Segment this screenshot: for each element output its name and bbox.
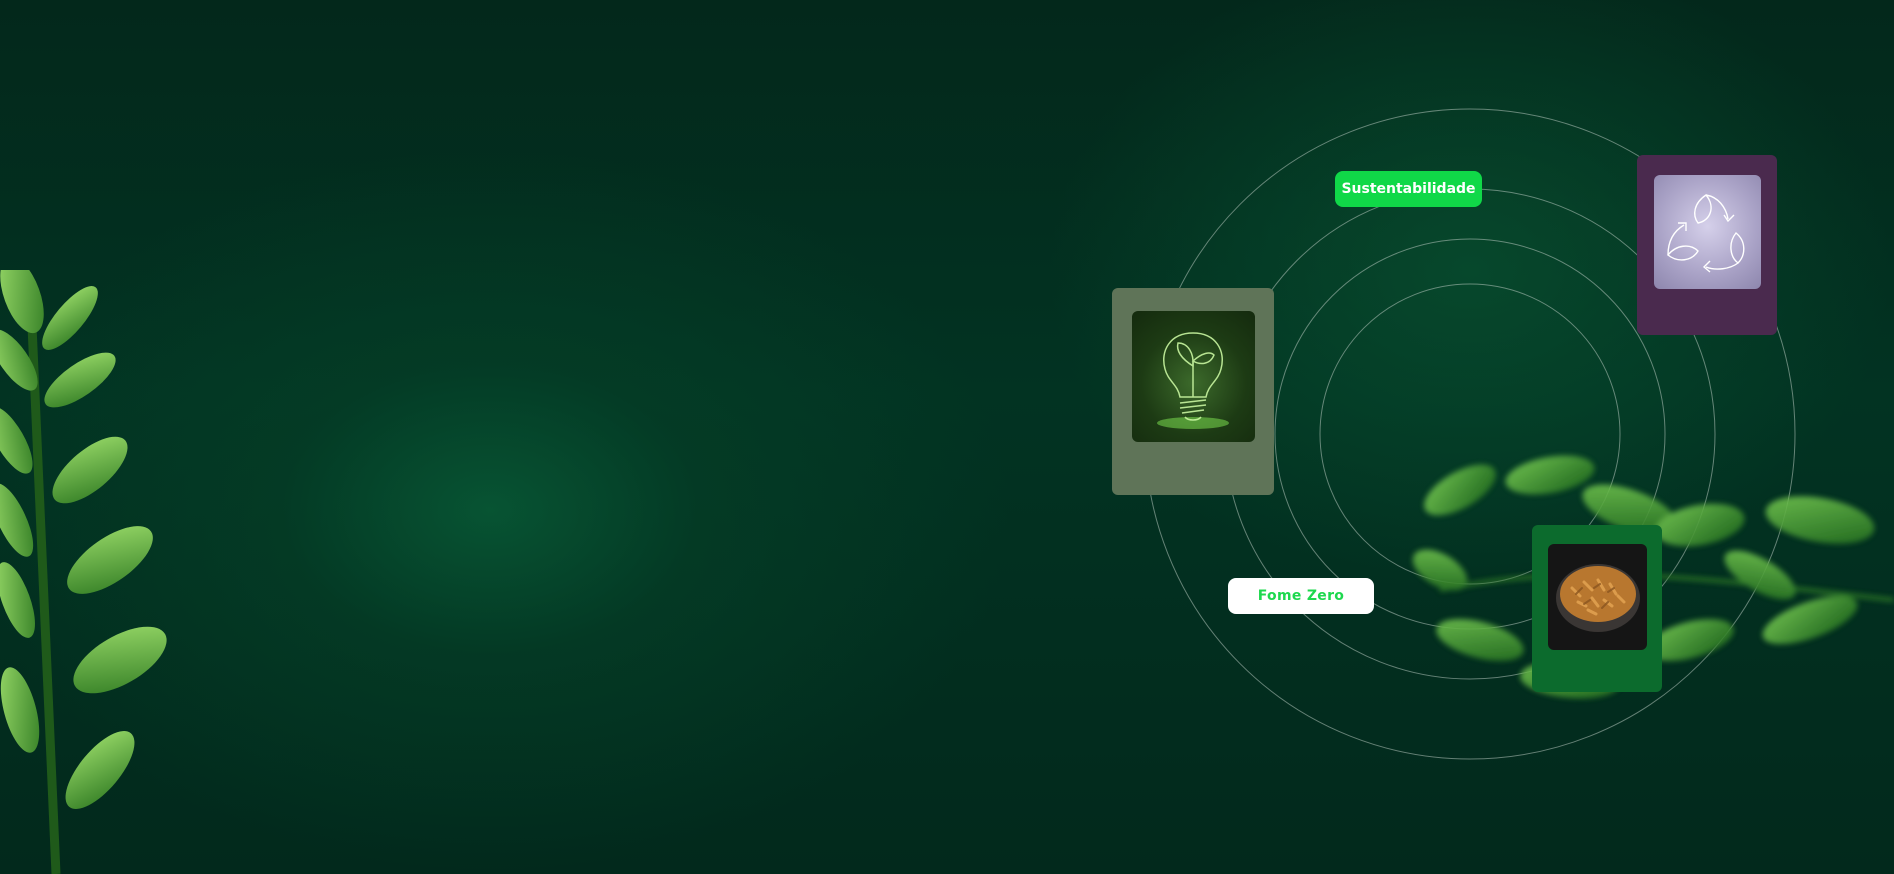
pasta-bowl-image xyxy=(1556,564,1640,632)
lightbulb-sprout-icon xyxy=(1157,332,1229,429)
food-card[interactable] xyxy=(1532,525,1662,692)
orbit-rings xyxy=(1144,108,1796,760)
lightbulb-thumbnail xyxy=(1132,311,1255,442)
hero-section: Sustentabilidade Fome Zero xyxy=(0,0,1894,874)
food-thumbnail xyxy=(1548,544,1647,650)
tag-fome-zero[interactable]: Fome Zero xyxy=(1228,578,1374,614)
recycle-leaves-icon xyxy=(1667,194,1745,273)
lightbulb-card[interactable] xyxy=(1112,288,1274,495)
tag-sustentabilidade[interactable]: Sustentabilidade xyxy=(1335,171,1482,207)
plant-left-image xyxy=(0,270,167,874)
recycle-card[interactable] xyxy=(1637,155,1777,335)
recycle-thumbnail xyxy=(1654,175,1761,289)
